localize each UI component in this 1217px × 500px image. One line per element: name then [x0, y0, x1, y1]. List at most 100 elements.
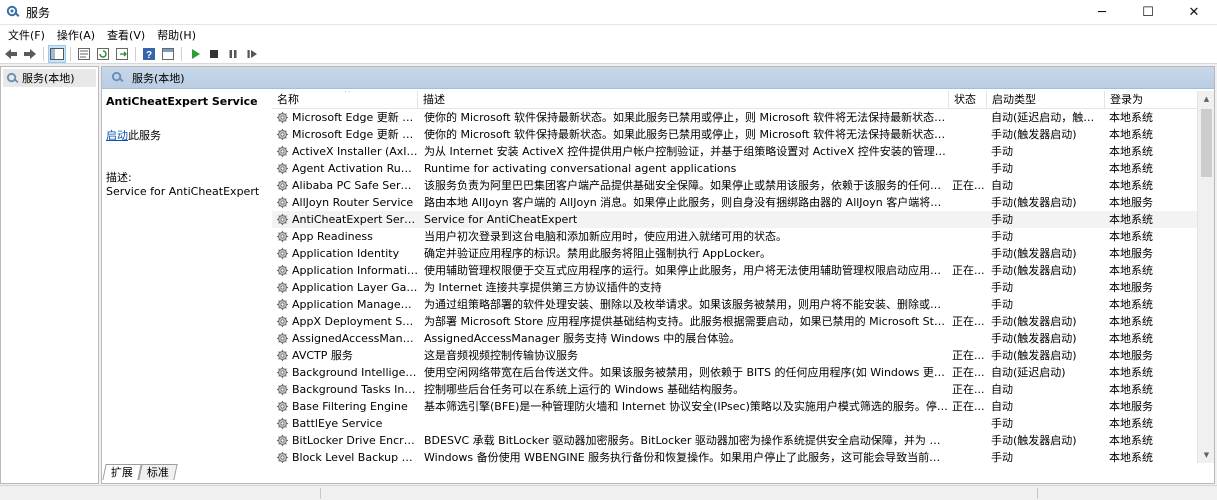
service-status [949, 245, 987, 262]
service-gear-icon [276, 162, 289, 175]
minimize-button[interactable]: ─ [1079, 0, 1125, 25]
service-gear-icon [276, 213, 289, 226]
service-status [949, 330, 987, 347]
table-row[interactable]: App Readiness 当用户初次登录到这台电脑和添加新应用时，使应用进入就绪… [272, 228, 1214, 245]
service-name-cell: AssignedAccessManager... [272, 330, 418, 347]
menu-help[interactable]: 帮助(H) [151, 27, 202, 43]
vertical-scrollbar[interactable]: ▲ ▼ [1197, 91, 1214, 463]
service-gear-icon [276, 417, 289, 430]
export-list-icon[interactable] [114, 46, 130, 62]
table-row[interactable]: AllJoyn Router Service 路由本地 AllJoyn 客户端的 … [272, 194, 1214, 211]
table-row[interactable]: ActiveX Installer (AxInstSV) 为从 Internet … [272, 143, 1214, 160]
scrollbar-thumb[interactable] [1201, 109, 1212, 177]
service-status [949, 449, 987, 463]
table-row[interactable]: BitLocker Drive Encryptio... BDESVC 承载 Bi… [272, 432, 1214, 449]
console-tree-icon[interactable] [48, 45, 66, 63]
service-gear-icon [276, 111, 289, 124]
service-name: AntiCheatExpert Service [292, 213, 418, 226]
service-name-cell: AppX Deployment Servic... [272, 313, 418, 330]
table-row[interactable]: Microsoft Edge 更新 服... 使你的 Microsoft 软件保持… [272, 109, 1214, 126]
table-row[interactable]: Background Intelligent T... 使用空闲网络带宽在后台传送… [272, 364, 1214, 381]
selected-service-title: AntiCheatExpert Service [106, 95, 258, 108]
table-row[interactable]: Block Level Backup Engi... Windows 备份使用 W… [272, 449, 1214, 463]
maximize-button[interactable]: ☐ [1125, 0, 1171, 25]
menu-action[interactable]: 操作(A) [51, 27, 101, 43]
service-logon-as: 本地系统 [1109, 128, 1153, 141]
tab-standard[interactable]: 标准 [138, 464, 178, 480]
forward-arrow-icon[interactable] [22, 46, 38, 62]
service-status [949, 143, 987, 160]
service-name: AVCTP 服务 [292, 349, 353, 362]
service-description: BDESVC 承载 BitLocker 驱动器加密服务。BitLocker 驱动… [424, 434, 949, 447]
table-row[interactable]: AppX Deployment Servic... 为部署 Microsoft S… [272, 313, 1214, 330]
table-row[interactable]: Application Identity 确定并验证应用程序的标识。禁用此服务将阻… [272, 245, 1214, 262]
service-gear-icon [276, 383, 289, 396]
svg-text:?: ? [146, 50, 152, 61]
service-status: 正在... [952, 179, 985, 192]
service-description: 为部署 Microsoft Store 应用程序提供基础结构支持。此服务根据需要… [424, 315, 949, 328]
table-row[interactable]: BattlEye Service 手动 本地系统 [272, 415, 1214, 432]
table-row[interactable]: Alibaba PC Safe Service 该服务负责为阿里巴巴集团客户端产品… [272, 177, 1214, 194]
column-header-status[interactable]: 状态 [949, 91, 987, 109]
description-text: Service for AntiCheatExpert [106, 185, 260, 198]
restart-service-icon[interactable] [244, 46, 260, 62]
service-description: 使用辅助管理权限便于交互式应用程序的运行。如果停止此服务，用户将无法使用辅助管理… [424, 264, 949, 277]
tree-item-services-local[interactable]: 服务(本地) [3, 69, 96, 87]
service-gear-icon [276, 451, 289, 463]
table-row[interactable]: AntiCheatExpert Service Service for AntiC… [272, 211, 1214, 228]
table-row[interactable]: Background Tasks Infras... 控制哪些后台任务可以在系统上… [272, 381, 1214, 398]
menu-file[interactable]: 文件(F) [2, 27, 51, 43]
list-header: 名称 ^ 描述 状态 启动类型 登录为 [272, 91, 1214, 109]
view-icon[interactable] [160, 46, 176, 62]
column-header-startup-type[interactable]: 启动类型 [987, 91, 1105, 109]
service-startup-type: 自动 [991, 179, 1013, 192]
start-service-line: 启动此服务 [106, 127, 266, 143]
service-gear-icon [276, 145, 289, 158]
scroll-up-icon[interactable]: ▲ [1198, 91, 1215, 107]
column-header-logon-as[interactable]: 登录为 [1105, 91, 1165, 109]
pane-header: 服务(本地) [102, 67, 1214, 89]
start-service-icon[interactable] [187, 46, 203, 62]
service-name: Application Information [292, 264, 418, 277]
service-description: 使你的 Microsoft 软件保持最新状态。如果此服务已禁用或停止，则 Mic… [424, 128, 949, 141]
table-row[interactable]: Application Management 为通过组策略部署的软件处理安装、删除… [272, 296, 1214, 313]
tab-extended[interactable]: 扩展 [102, 464, 142, 480]
service-description: Service for AntiCheatExpert [424, 213, 578, 226]
service-startup-type: 自动 [991, 383, 1013, 396]
back-arrow-icon[interactable] [3, 46, 19, 62]
service-logon-as: 本地系统 [1109, 366, 1153, 379]
start-service-link[interactable]: 启动 [106, 129, 128, 142]
toolbar-separator [181, 47, 182, 61]
table-row[interactable]: AVCTP 服务 这是音频视频控制传输协议服务 正在... 手动(触发器启动) 本地服务 [272, 347, 1214, 364]
services-gear-icon [111, 71, 124, 83]
stop-service-icon[interactable] [206, 46, 222, 62]
column-header-description[interactable]: 描述 [418, 91, 949, 109]
scroll-down-icon[interactable]: ▼ [1198, 447, 1215, 463]
close-button[interactable]: ✕ [1171, 0, 1217, 25]
service-logon-as: 本地系统 [1109, 213, 1153, 226]
service-name-cell: Base Filtering Engine [272, 398, 418, 415]
service-description: 该服务负责为阿里巴巴集团客户端产品提供基础安全保障。如果停止或禁用该服务，依赖于… [424, 179, 949, 192]
refresh-icon[interactable] [95, 46, 111, 62]
service-name-cell: Application Layer Gatewa... [272, 279, 418, 296]
service-logon-as: 本地系统 [1109, 264, 1153, 277]
table-row[interactable]: Application Layer Gatewa... 为 Internet 连接… [272, 279, 1214, 296]
service-name: App Readiness [292, 230, 373, 243]
pause-service-icon[interactable] [225, 46, 241, 62]
service-gear-icon [276, 349, 289, 362]
table-row[interactable]: Application Information 使用辅助管理权限便于交互式应用程序… [272, 262, 1214, 279]
service-status [949, 415, 987, 432]
table-row[interactable]: Microsoft Edge 更新 服... 使你的 Microsoft 软件保持… [272, 126, 1214, 143]
service-name-cell: AVCTP 服务 [272, 347, 418, 364]
menu-view[interactable]: 查看(V) [101, 27, 151, 43]
help-icon[interactable]: ? [141, 46, 157, 62]
service-logon-as: 本地系统 [1109, 451, 1153, 463]
service-logon-as: 本地服务 [1109, 349, 1153, 362]
table-row[interactable]: Agent Activation Runtime... Runtime for a… [272, 160, 1214, 177]
table-row[interactable]: AssignedAccessManager... AssignedAccessMa… [272, 330, 1214, 347]
service-name-cell: BattlEye Service [272, 415, 418, 432]
service-name: Microsoft Edge 更新 服... [292, 111, 418, 124]
table-row[interactable]: Base Filtering Engine 基本筛选引擎(BFE)是一种管理防火墙… [272, 398, 1214, 415]
properties-icon[interactable] [76, 46, 92, 62]
service-status [949, 160, 987, 177]
